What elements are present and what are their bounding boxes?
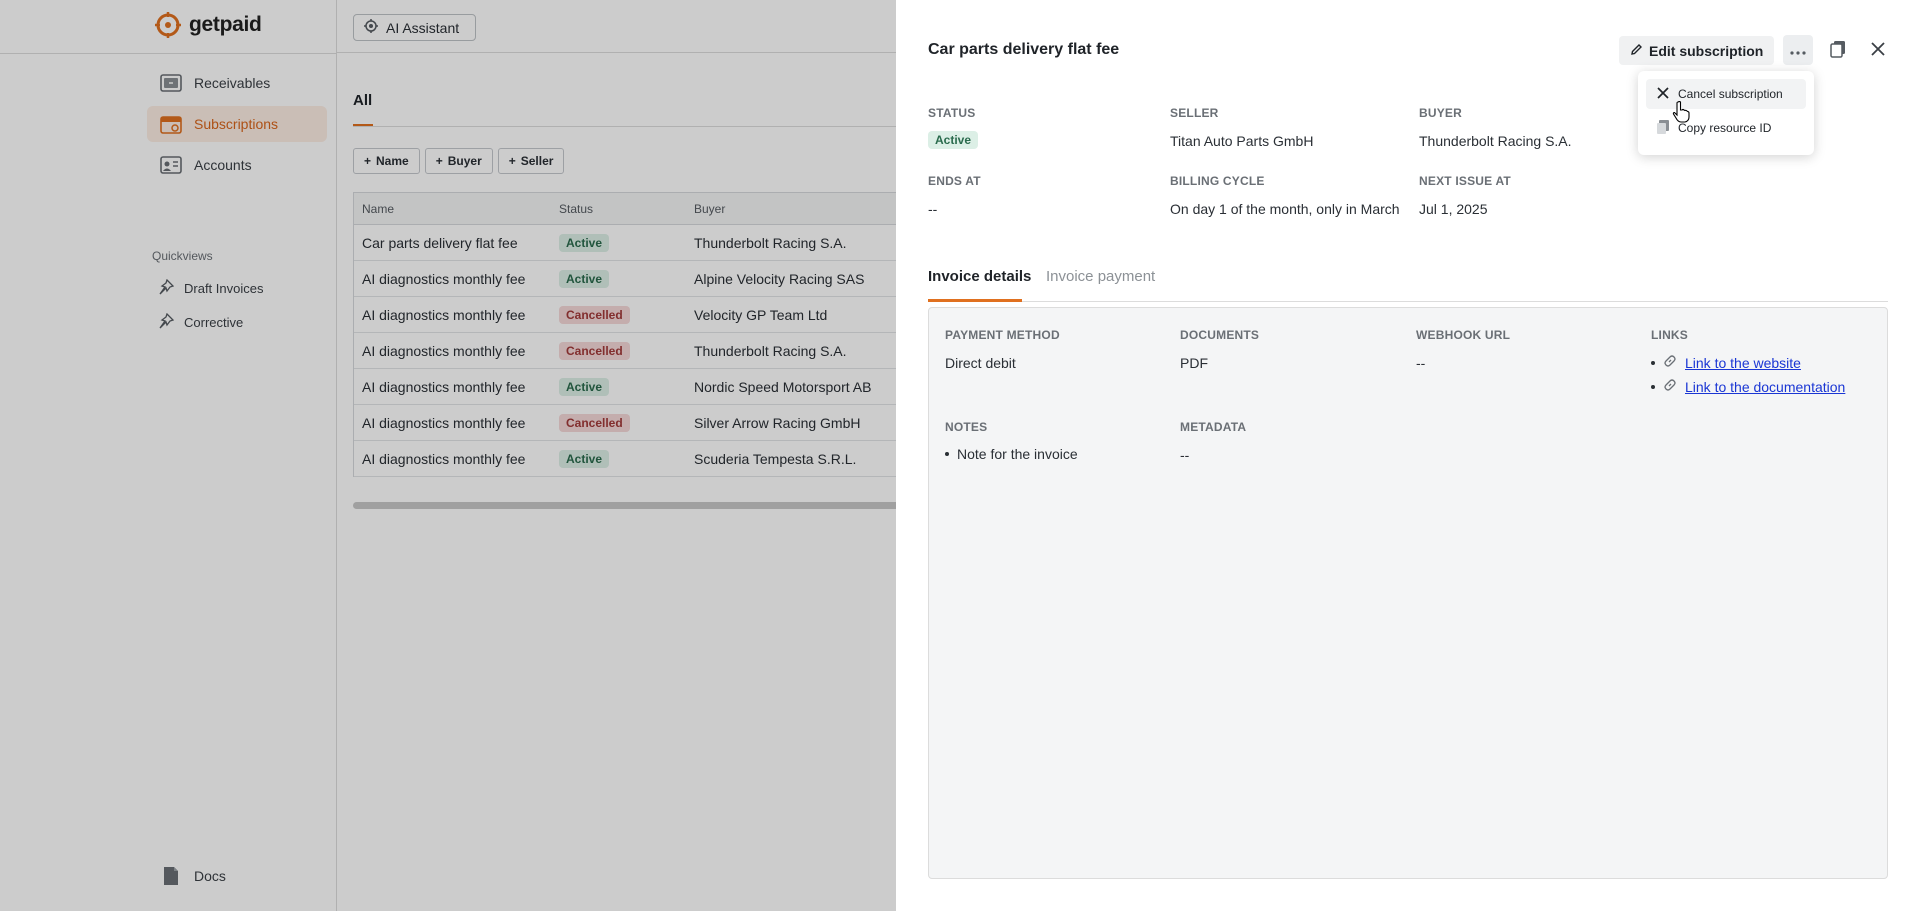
- webhook-url-value: --: [1416, 355, 1426, 371]
- edit-subscription-label: Edit subscription: [1649, 42, 1764, 59]
- payment-method-value: Direct debit: [945, 355, 1016, 371]
- billing-cycle-label: Billing cycle: [1170, 174, 1265, 188]
- tab-invoice-payment[interactable]: Invoice payment: [1046, 268, 1155, 285]
- payment-method-label: Payment method: [945, 328, 1060, 342]
- billing-cycle-value: On day 1 of the month, only in March: [1170, 201, 1400, 217]
- note-text: Note for the invoice: [957, 446, 1078, 462]
- metadata-label: Metadata: [1180, 420, 1247, 434]
- webhook-url-label: Webhook URL: [1416, 328, 1511, 342]
- menu-item-label: Copy resource ID: [1678, 121, 1772, 135]
- more-options-menu: Cancel subscription Copy resource ID: [1638, 71, 1814, 155]
- pencil-icon: [1630, 43, 1643, 59]
- close-icon: [1656, 86, 1670, 103]
- more-options-button[interactable]: [1783, 35, 1813, 65]
- note-item: Note for the invoice: [945, 446, 1078, 462]
- buyer-label: Buyer: [1419, 106, 1463, 120]
- buyer-value: Thunderbolt Racing S.A.: [1419, 133, 1572, 149]
- menu-item-copy-resource-id[interactable]: Copy resource ID: [1646, 113, 1806, 143]
- link-icon: [1663, 378, 1677, 395]
- next-issue-label: Next issue at: [1419, 174, 1511, 188]
- close-icon: [1870, 41, 1886, 60]
- edit-subscription-button[interactable]: Edit subscription: [1619, 36, 1775, 65]
- tab-active-indicator: [928, 299, 1022, 302]
- status-badge: Active: [928, 131, 979, 149]
- ends-at-label: Ends at: [928, 174, 981, 188]
- link-icon: [1663, 354, 1677, 371]
- status-label: Status: [928, 106, 976, 120]
- tab-invoice-details[interactable]: Invoice details: [928, 268, 1031, 285]
- panel-title: Car parts delivery flat fee: [928, 41, 1120, 58]
- copy-button[interactable]: [1826, 38, 1850, 62]
- seller-label: Seller: [1170, 106, 1219, 120]
- link-item: Link to the website: [1651, 354, 1801, 371]
- documents-label: Documents: [1180, 328, 1260, 342]
- tabs-divider: [928, 301, 1888, 302]
- copy-icon: [1830, 40, 1846, 61]
- copy-icon: [1656, 119, 1670, 138]
- documents-value: PDF: [1180, 355, 1208, 371]
- notes-label: Notes: [945, 420, 988, 434]
- menu-item-label: Cancel subscription: [1678, 87, 1783, 101]
- close-panel-button[interactable]: [1866, 38, 1890, 62]
- ellipsis-icon: [1790, 42, 1806, 58]
- ends-at-value: --: [928, 201, 938, 217]
- links-label: Links: [1651, 328, 1688, 342]
- link-to-website[interactable]: Link to the website: [1685, 355, 1801, 371]
- seller-value: Titan Auto Parts GmbH: [1170, 133, 1314, 149]
- invoice-details-card: Payment method Direct debit Documents PD…: [928, 307, 1888, 879]
- next-issue-value: Jul 1, 2025: [1419, 201, 1488, 217]
- menu-item-cancel-subscription[interactable]: Cancel subscription: [1646, 79, 1806, 109]
- link-item: Link to the documentation: [1651, 378, 1845, 395]
- metadata-value: --: [1180, 447, 1190, 463]
- hand-pointer-cursor-icon: [1672, 101, 1690, 123]
- link-to-documentation[interactable]: Link to the documentation: [1685, 379, 1845, 395]
